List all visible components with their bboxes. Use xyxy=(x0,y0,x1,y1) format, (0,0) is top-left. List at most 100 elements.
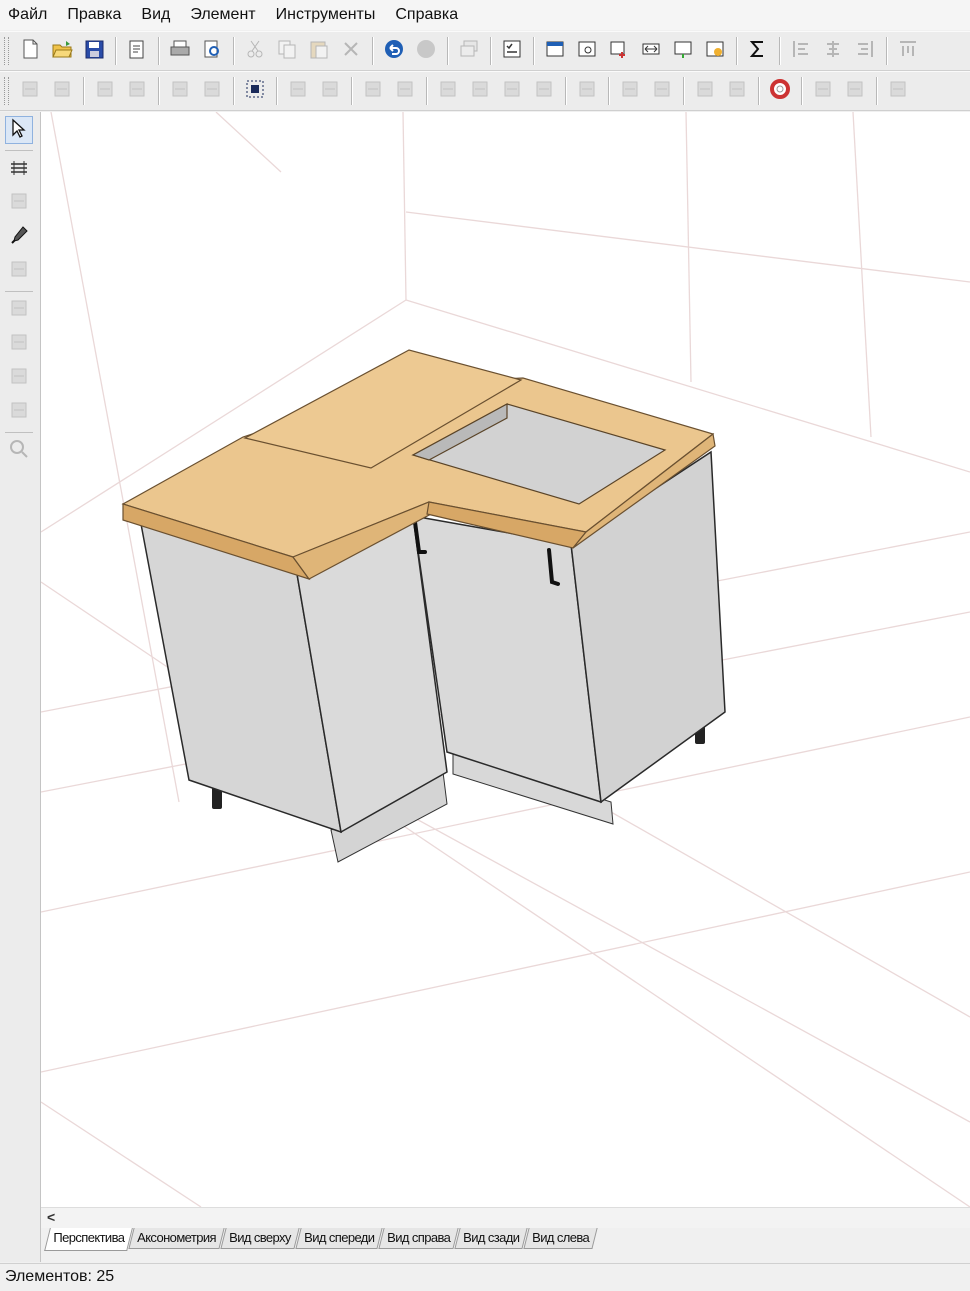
toolbar-grip[interactable] xyxy=(4,37,9,65)
cut-button[interactable] xyxy=(242,37,268,65)
3d-viewport[interactable] xyxy=(41,112,970,1207)
paste-button[interactable] xyxy=(306,37,332,65)
width-button[interactable] xyxy=(638,37,664,65)
flip-down-button[interactable] xyxy=(124,77,150,105)
flip-up-button[interactable] xyxy=(92,77,118,105)
shape-tool-button[interactable] xyxy=(5,257,33,285)
cursor-tool-button[interactable] xyxy=(5,116,33,144)
sum-button[interactable] xyxy=(745,37,771,65)
stretch-button[interactable] xyxy=(531,77,557,105)
move-down-button[interactable] xyxy=(392,77,418,105)
menu-item-4[interactable]: Инструменты xyxy=(266,0,386,30)
tab-view-4[interactable]: Вид справа xyxy=(378,1228,459,1249)
rotate-shape-2-button[interactable] xyxy=(199,77,225,105)
report-button[interactable] xyxy=(702,37,728,65)
delete-button[interactable] xyxy=(338,37,364,65)
align-top-button[interactable] xyxy=(895,37,921,65)
save-icon xyxy=(83,38,105,64)
ellipse-2-button[interactable] xyxy=(649,77,675,105)
edit-panel-2-tool-button[interactable] xyxy=(5,330,33,358)
frame-button[interactable] xyxy=(285,77,311,105)
eye-2-button[interactable] xyxy=(724,77,750,105)
measure-tool-button[interactable] xyxy=(5,189,33,217)
save-button[interactable] xyxy=(81,37,107,65)
export-button[interactable] xyxy=(670,37,696,65)
move-button[interactable] xyxy=(467,77,493,105)
dimension-button[interactable] xyxy=(810,77,836,105)
dimension-icon xyxy=(812,78,834,104)
scroll-left-arrow[interactable]: < xyxy=(47,1209,55,1225)
new-file-icon xyxy=(19,38,41,64)
profile-button[interactable] xyxy=(574,77,600,105)
frame-2-button[interactable] xyxy=(317,77,343,105)
print-preview-icon xyxy=(201,38,223,64)
toolbar-separator xyxy=(447,37,448,65)
menu-item-0[interactable]: Файл xyxy=(0,0,57,30)
tab-view-5[interactable]: Вид сзади xyxy=(454,1228,528,1249)
layers-tool-button[interactable] xyxy=(5,155,33,183)
toolbar-separator xyxy=(233,77,234,105)
print-button[interactable] xyxy=(167,37,193,65)
menu-item-1[interactable]: Правка xyxy=(57,0,131,30)
copy-button[interactable] xyxy=(274,37,300,65)
horizontal-scrollbar[interactable]: < xyxy=(41,1207,970,1228)
edit-toolbar xyxy=(0,71,970,111)
multi-window-button[interactable] xyxy=(456,37,482,65)
kitchen-scene[interactable] xyxy=(41,112,970,1207)
scale-button[interactable] xyxy=(499,77,525,105)
eyedropper-tool-button[interactable] xyxy=(5,223,33,251)
edit-panel-tool-button[interactable] xyxy=(5,296,33,324)
align-center-button[interactable] xyxy=(820,37,846,65)
edit-panel-3-tool-button[interactable] xyxy=(5,364,33,392)
edit-panel-4-tool-button[interactable] xyxy=(5,398,33,426)
find-panel-button[interactable] xyxy=(574,37,600,65)
open-folder-button[interactable] xyxy=(49,37,75,65)
mirror-right-button[interactable] xyxy=(49,77,75,105)
checklist-icon xyxy=(501,38,523,64)
menu-item-3[interactable]: Элемент xyxy=(180,0,265,30)
eye-button[interactable] xyxy=(692,77,718,105)
multi-window-icon xyxy=(458,38,480,64)
rotate-shape-button[interactable] xyxy=(167,77,193,105)
menu-item-2[interactable]: Вид xyxy=(131,0,180,30)
move-up-button[interactable] xyxy=(360,77,386,105)
move-down-icon xyxy=(394,78,416,104)
align-left-button[interactable] xyxy=(788,37,814,65)
tab-label: Вид сверху xyxy=(228,1230,291,1245)
tab-view-0[interactable]: Перспектива xyxy=(44,1228,133,1251)
toolbar-separator xyxy=(351,77,352,105)
menu-item-5[interactable]: Справка xyxy=(385,0,468,30)
lifebuoy-button[interactable] xyxy=(767,77,793,105)
copy-icon xyxy=(276,38,298,64)
redo-button[interactable] xyxy=(413,37,439,65)
text-cursor-button[interactable] xyxy=(885,77,911,105)
toolbar-separator xyxy=(533,37,534,65)
tab-view-2[interactable]: Вид сверху xyxy=(220,1228,300,1249)
new-file-button[interactable] xyxy=(17,37,43,65)
panel-button[interactable] xyxy=(542,37,568,65)
properties-button[interactable] xyxy=(124,37,150,65)
toolbar-separator xyxy=(876,77,877,105)
tab-label: Вид справа xyxy=(386,1230,451,1245)
tab-view-3[interactable]: Вид спереди xyxy=(294,1228,383,1249)
print-preview-button[interactable] xyxy=(199,37,225,65)
sum-icon xyxy=(747,38,769,64)
checklist-button[interactable] xyxy=(499,37,525,65)
undo-button[interactable] xyxy=(381,37,407,65)
delete-icon xyxy=(340,38,362,64)
dimension-2-button[interactable] xyxy=(842,77,868,105)
toolbar-grip[interactable] xyxy=(4,77,9,105)
select-grid-button[interactable] xyxy=(242,77,268,105)
toolbar-separator xyxy=(372,37,373,65)
panel-icon xyxy=(544,38,566,64)
tab-view-6[interactable]: Вид слева xyxy=(523,1228,598,1249)
move-panel-button[interactable] xyxy=(606,37,632,65)
mirror-left-button[interactable] xyxy=(17,77,43,105)
rotate-button[interactable] xyxy=(435,77,461,105)
report-icon xyxy=(704,38,726,64)
paste-icon xyxy=(308,38,330,64)
ellipse-button[interactable] xyxy=(617,77,643,105)
zoom-tool-button[interactable] xyxy=(5,437,33,465)
align-right-button[interactable] xyxy=(852,37,878,65)
tab-view-1[interactable]: Аксонометрия xyxy=(128,1228,225,1249)
